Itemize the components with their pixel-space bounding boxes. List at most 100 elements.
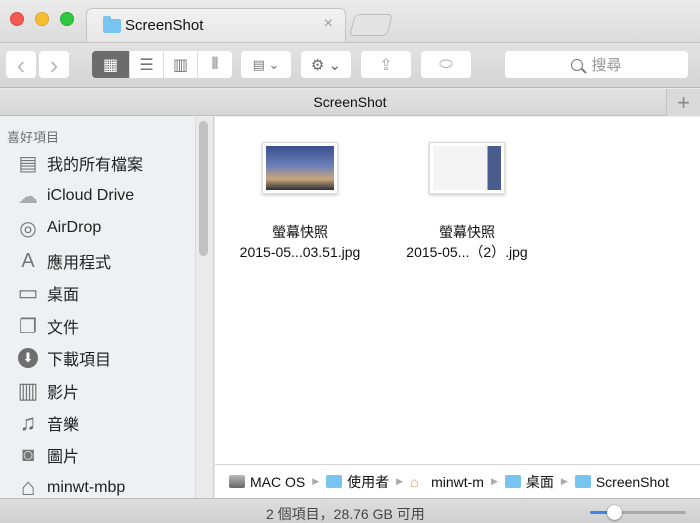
tags-button[interactable]: ⬭	[421, 51, 471, 78]
applications-icon: A	[21, 249, 35, 272]
sidebar-item-label: 文件	[47, 320, 80, 337]
sidebar-item-label: 桌面	[47, 287, 80, 304]
zoom-window-button[interactable]	[60, 12, 74, 26]
status-bar: 2 個項目，28.76 GB 可用	[0, 498, 700, 523]
documents-icon: ❐	[19, 315, 37, 338]
sidebar-item-label: 圖片	[47, 449, 80, 466]
sidebar-item-downloads[interactable]: ⬇ 下載項目	[16, 344, 111, 372]
file-name-line1: 螢幕快照	[439, 224, 495, 240]
sidebar-item-icloud-drive[interactable]: ☁ iCloud Drive	[16, 182, 134, 210]
tab-close-icon[interactable]: ×	[324, 15, 333, 33]
crumb-label: 使用者	[347, 473, 390, 490]
sidebar-item-desktop[interactable]: ▭ 桌面	[16, 279, 79, 307]
home-icon: ⌂	[410, 473, 419, 490]
status-text: 2 個項目，28.76 GB 可用	[266, 506, 425, 522]
path-separator-icon: ▶	[396, 476, 404, 486]
movies-icon: ▥	[17, 378, 39, 403]
back-button[interactable]: ‹	[6, 51, 36, 78]
sidebar-item-label: 音樂	[47, 417, 80, 434]
chevron-left-icon: ‹	[16, 49, 26, 80]
forward-button[interactable]: ›	[39, 51, 69, 78]
sidebar-item-label: 影片	[47, 385, 80, 402]
file-thumbnail	[262, 142, 338, 194]
hard-disk-icon	[229, 475, 245, 488]
toolbar: ‹ › ▦ ☰ ▥ ⫴ ▤ ⌄ ⚙ ⌄ ⇪ ⬭ 搜尋	[0, 42, 700, 88]
sidebar-item-music[interactable]: ♫ 音樂	[16, 409, 79, 437]
airdrop-icon: ◎	[19, 217, 37, 240]
list-icon: ☰	[139, 56, 154, 74]
cover-flow-icon: ⫴	[211, 55, 219, 73]
file-item[interactable]: 螢幕快照 2015-05...03.51.jpg	[215, 142, 385, 262]
sidebar-section-favorites: 喜好項目	[7, 130, 60, 145]
tab-title: ScreenShot	[125, 17, 204, 34]
tag-icon: ⬭	[439, 55, 453, 73]
sidebar-item-label: AirDrop	[47, 219, 102, 236]
camera-icon: ◙	[21, 443, 35, 466]
title-bar: ScreenShot ×	[0, 0, 700, 43]
file-name-line2: 2015-05...（2）.jpg	[406, 244, 528, 260]
folder-icon	[103, 16, 121, 33]
path-separator-icon: ▶	[560, 476, 568, 486]
sidebar-item-label: minwt-mbp	[47, 479, 126, 496]
sidebar-item-label: iCloud Drive	[47, 187, 135, 204]
new-tab-button[interactable]	[349, 14, 393, 36]
crumb-label: 桌面	[525, 473, 554, 490]
all-my-files-icon: ▤	[18, 152, 38, 175]
search-input[interactable]: 搜尋	[505, 51, 688, 78]
downloads-icon: ⬇	[16, 347, 40, 369]
folder-icon	[504, 475, 521, 488]
add-tab-button[interactable]: +	[666, 89, 700, 116]
file-item[interactable]: 螢幕快照 2015-05...（2）.jpg	[382, 142, 552, 262]
chevron-right-icon: ›	[49, 49, 59, 80]
grid-icon: ▦	[102, 56, 119, 74]
file-name-line2: 2015-05...03.51.jpg	[239, 244, 361, 260]
sidebar-item-airdrop[interactable]: ◎ AirDrop	[16, 214, 101, 242]
path-crumb-desktop[interactable]: 桌面	[504, 472, 554, 492]
music-icon: ♫	[19, 410, 37, 435]
minimize-window-button[interactable]	[35, 12, 49, 26]
share-icon: ⇪	[379, 56, 393, 74]
sidebar-item-documents[interactable]: ❐ 文件	[16, 312, 79, 340]
close-window-button[interactable]	[10, 12, 24, 26]
columns-icon: ▥	[172, 56, 189, 74]
file-browser: 螢幕快照 2015-05...03.51.jpg 螢幕快照 2015-05...…	[215, 117, 700, 464]
column-view-button[interactable]: ▥	[163, 51, 197, 78]
sidebar-item-label: 下載項目	[47, 352, 112, 369]
path-crumb-mac-os[interactable]: MAC OS	[229, 474, 305, 490]
folder-icon	[326, 475, 343, 488]
sidebar-item-pictures[interactable]: ◙ 圖片	[16, 441, 79, 469]
cloud-icon: ☁	[18, 185, 38, 208]
icon-view-button[interactable]: ▦	[92, 51, 129, 78]
path-crumb-home[interactable]: ⌂ minwt-m	[410, 474, 484, 490]
sidebar-scrollbar[interactable]	[199, 121, 208, 256]
sidebar-item-applications[interactable]: A 應用程式	[16, 247, 111, 275]
crumb-label: minwt-m	[431, 473, 484, 490]
list-view-button[interactable]: ☰	[129, 51, 163, 78]
slider-knob[interactable]	[607, 505, 622, 520]
path-crumb-users[interactable]: 使用者	[326, 472, 389, 492]
share-button[interactable]: ⇪	[361, 51, 411, 78]
path-crumb-screenshot[interactable]: ScreenShot	[574, 474, 669, 490]
icon-size-slider[interactable]	[590, 505, 686, 520]
window-title-bar: ScreenShot +	[0, 89, 700, 116]
window-title: ScreenShot	[313, 94, 387, 110]
path-bar: MAC OS ▶ 使用者 ▶ ⌂ minwt-m ▶ 桌面 ▶ ScreenSh…	[215, 464, 700, 498]
file-thumbnail	[429, 142, 505, 194]
path-separator-icon: ▶	[490, 476, 498, 486]
action-button[interactable]: ⚙ ⌄	[301, 51, 351, 78]
desktop-icon: ▭	[17, 280, 39, 305]
sidebar-item-home[interactable]: ⌂ minwt-mbp	[16, 474, 125, 498]
tab-screenshot[interactable]: ScreenShot ×	[86, 8, 346, 43]
search-placeholder: 搜尋	[591, 57, 622, 74]
plus-icon: +	[677, 89, 690, 115]
folder-icon	[574, 475, 591, 488]
sidebar-item-all-my-files[interactable]: ▤ 我的所有檔案	[16, 149, 143, 177]
sidebar-item-label: 我的所有檔案	[47, 157, 144, 174]
sidebar-item-label: 應用程式	[47, 255, 112, 272]
gear-icon: ⚙ ⌄	[310, 56, 342, 74]
arrange-icon: ▤ ⌄	[252, 56, 280, 72]
sidebar-item-movies[interactable]: ▥ 影片	[16, 377, 79, 405]
arrange-button[interactable]: ▤ ⌄	[241, 51, 291, 78]
crumb-label: MAC OS	[250, 473, 306, 490]
cover-flow-view-button[interactable]: ⫴	[197, 51, 232, 78]
